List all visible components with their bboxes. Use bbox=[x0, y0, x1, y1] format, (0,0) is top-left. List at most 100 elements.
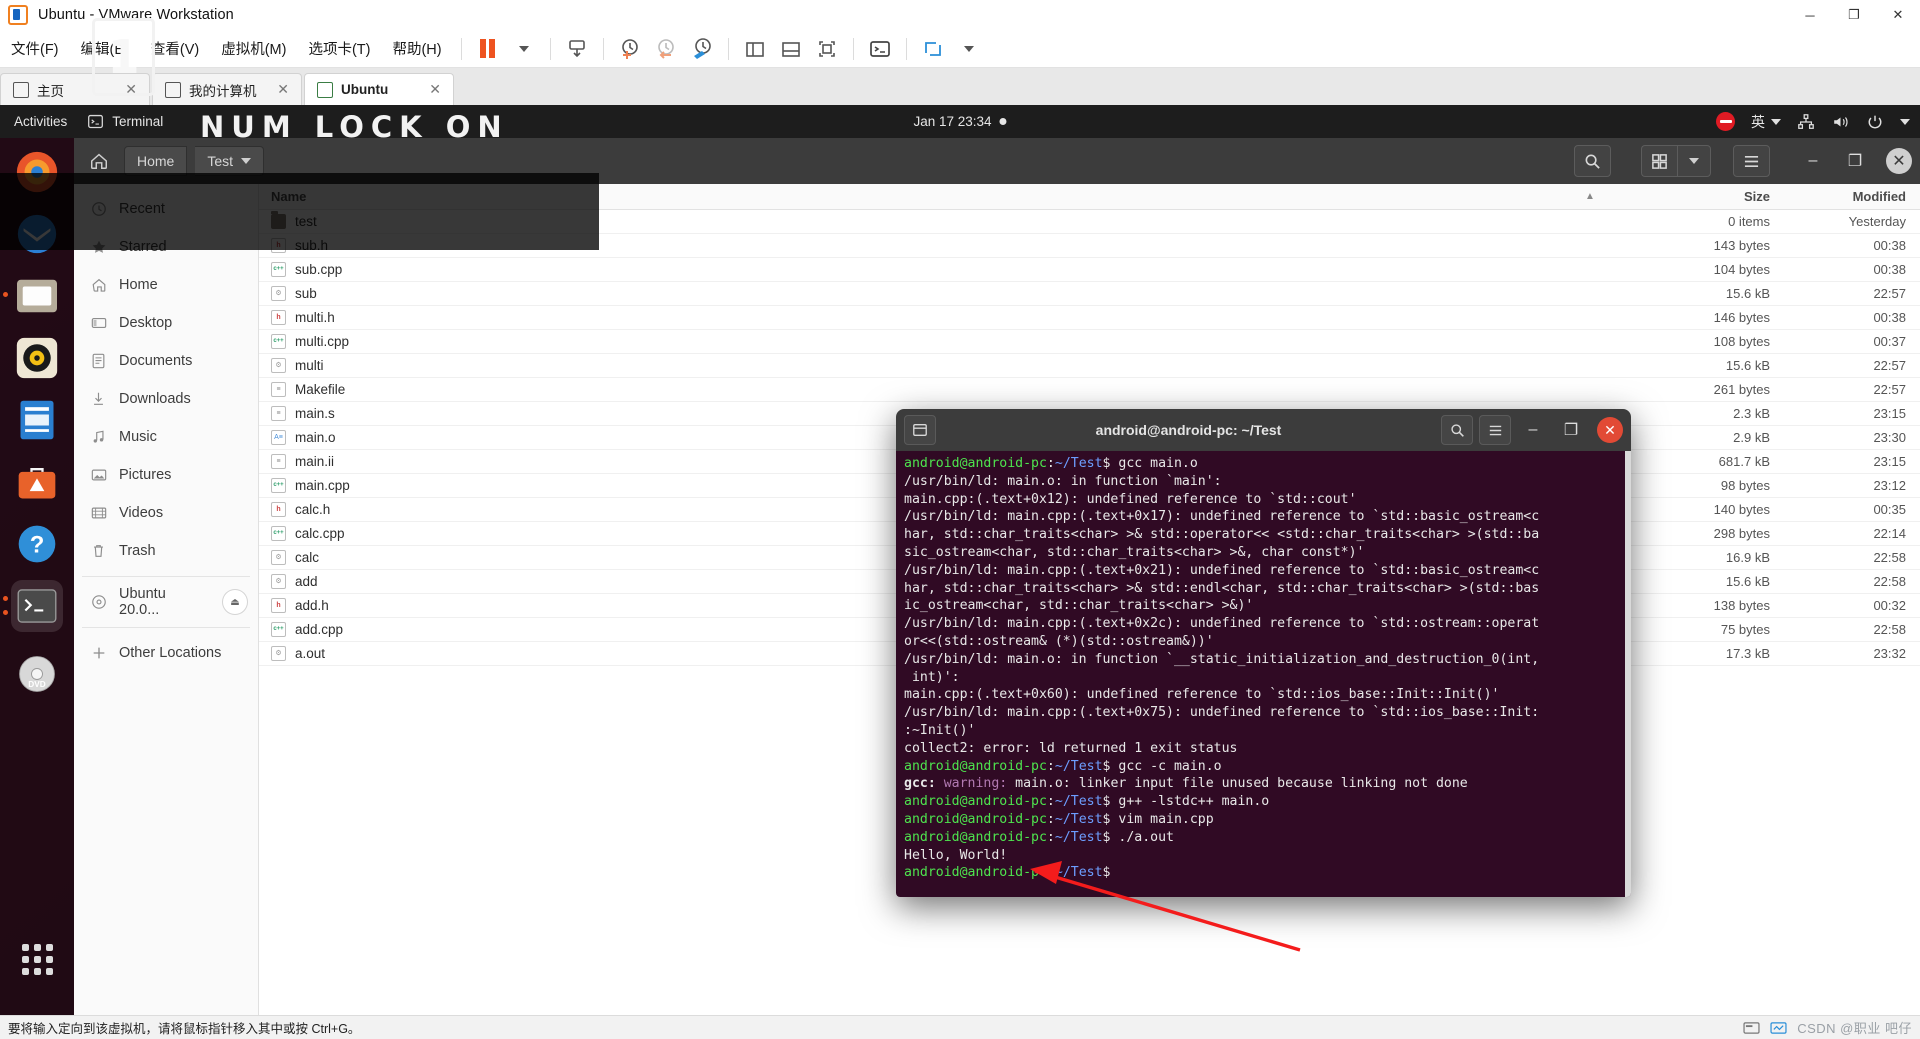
breadcrumb-test[interactable]: Test bbox=[195, 146, 265, 176]
dock-item-ubuntu-software[interactable] bbox=[11, 456, 63, 508]
sidebar-item-ubuntu-disc[interactable]: Ubuntu 20.0... ⏏ bbox=[74, 583, 258, 621]
view-options-caret-icon[interactable] bbox=[1677, 145, 1711, 177]
removable-device-icon[interactable] bbox=[1743, 1021, 1760, 1035]
chevron-down-icon[interactable] bbox=[1900, 118, 1910, 125]
show-bottom-pane-icon[interactable] bbox=[773, 34, 809, 64]
unity-caret-icon[interactable] bbox=[951, 34, 987, 64]
dropdown-caret-icon[interactable] bbox=[506, 34, 542, 64]
snapshot-revert-icon[interactable] bbox=[648, 34, 684, 64]
file-name-cell: c++ multi.cpp bbox=[259, 334, 1560, 349]
terminal-text: android@android-pc:~/Test$ gcc main.o /u… bbox=[904, 456, 1540, 881]
column-header-modified[interactable]: Modified bbox=[1770, 189, 1920, 204]
new-tab-icon[interactable] bbox=[904, 415, 936, 445]
menu-file[interactable]: 文件(F) bbox=[0, 38, 70, 59]
disc-icon bbox=[90, 594, 107, 611]
volume-icon[interactable] bbox=[1831, 113, 1850, 131]
sidebar-item-downloads[interactable]: Downloads bbox=[74, 380, 258, 418]
dock-item-libreoffice-writer[interactable] bbox=[11, 394, 63, 446]
toolbar-divider bbox=[852, 37, 854, 60]
eject-icon[interactable]: ⏏ bbox=[222, 589, 248, 615]
show-left-pane-icon[interactable] bbox=[737, 34, 773, 64]
maximize-button[interactable]: ❐ bbox=[1832, 0, 1876, 30]
menu-help[interactable]: 帮助(H) bbox=[381, 38, 452, 59]
sidebar-item-trash[interactable]: Trash bbox=[74, 532, 258, 570]
search-icon[interactable] bbox=[1574, 145, 1611, 177]
guest-desktop: Activities Terminal Jan 17 23:34 英 ? DVD… bbox=[0, 105, 1920, 1015]
close-button[interactable]: ✕ bbox=[1597, 417, 1623, 443]
tab-close-icon[interactable]: ✕ bbox=[267, 81, 289, 98]
search-icon[interactable] bbox=[1441, 415, 1473, 445]
activities-button[interactable]: Activities bbox=[0, 114, 81, 129]
hamburger-menu-icon[interactable] bbox=[1479, 415, 1511, 445]
unity-mode-icon[interactable] bbox=[915, 34, 951, 64]
ime-indicator[interactable]: 英 bbox=[1751, 112, 1781, 132]
table-row[interactable]: ⚙ multi 15.6 kB 22:57 bbox=[259, 354, 1920, 378]
home-icon[interactable] bbox=[82, 146, 116, 176]
menu-vm[interactable]: 虚拟机(M) bbox=[210, 38, 297, 59]
file-name-cell: ⚙ multi bbox=[259, 358, 1560, 373]
numlock-message: NUM LOCK ON bbox=[200, 110, 509, 144]
show-applications-icon[interactable] bbox=[11, 933, 63, 985]
sidebar-item-home[interactable]: Home bbox=[74, 266, 258, 304]
network-device-icon[interactable] bbox=[1770, 1021, 1787, 1035]
snapshot-manager-icon[interactable] bbox=[684, 34, 720, 64]
tab-ubuntu[interactable]: Ubuntu ✕ bbox=[304, 73, 454, 105]
snapshot-take-icon[interactable] bbox=[612, 34, 648, 64]
file-size-cell: 2.9 kB bbox=[1733, 430, 1770, 445]
terminal-window: android@android-pc: ~/Test – ❐ ✕ android… bbox=[896, 409, 1631, 897]
grid-view-icon[interactable] bbox=[1641, 145, 1677, 177]
tab-my-computer[interactable]: 我的计算机 ✕ bbox=[152, 73, 302, 105]
fullscreen-icon[interactable] bbox=[809, 34, 845, 64]
sidebar-item-documents[interactable]: Documents bbox=[74, 342, 258, 380]
maximize-button[interactable]: ❐ bbox=[1555, 415, 1587, 445]
terminal-scrollbar[interactable] bbox=[1625, 451, 1631, 897]
dock-item-help[interactable]: ? bbox=[11, 518, 63, 570]
sidebar-item-other-locations[interactable]: Other Locations bbox=[74, 634, 258, 672]
dock-item-files[interactable] bbox=[3, 270, 63, 322]
screen-recording-icon[interactable] bbox=[1716, 112, 1735, 131]
panel-clock[interactable]: Jan 17 23:34 bbox=[913, 114, 1007, 129]
dock-item-rhythmbox[interactable] bbox=[11, 332, 63, 384]
sidebar-item-music[interactable]: Music bbox=[74, 418, 258, 456]
sidebar-item-videos[interactable]: Videos bbox=[74, 494, 258, 532]
sort-ascending-icon[interactable]: ▲ bbox=[1560, 191, 1620, 202]
console-view-icon[interactable] bbox=[862, 34, 898, 64]
tab-close-icon[interactable]: ✕ bbox=[419, 81, 441, 98]
sidebar-item-desktop[interactable]: Desktop bbox=[74, 304, 258, 342]
network-icon[interactable] bbox=[1797, 113, 1815, 131]
file-modified-cell: 22:57 bbox=[1873, 358, 1906, 373]
minimize-button[interactable]: – bbox=[1796, 146, 1830, 176]
sidebar-item-label: Desktop bbox=[119, 315, 173, 331]
dock-item-dvd-drive[interactable]: DVD bbox=[11, 648, 63, 700]
hamburger-menu-icon[interactable] bbox=[1733, 145, 1770, 177]
tab-label: Ubuntu bbox=[341, 82, 389, 97]
terminal-output-area[interactable]: android@android-pc:~/Test$ gcc main.o /u… bbox=[896, 451, 1631, 897]
txt-file-icon: ≡ bbox=[271, 454, 286, 469]
restore-button[interactable]: ❐ bbox=[1838, 146, 1872, 176]
table-row[interactable]: c++ sub.cpp 104 bytes 00:38 bbox=[259, 258, 1920, 282]
sidebar-item-pictures[interactable]: Pictures bbox=[74, 456, 258, 494]
sidebar-item-label: Documents bbox=[119, 353, 193, 369]
minimize-button[interactable]: – bbox=[1517, 415, 1549, 445]
close-button[interactable]: ✕ bbox=[1886, 148, 1912, 174]
table-row[interactable]: h multi.h 146 bytes 00:38 bbox=[259, 306, 1920, 330]
file-modified-cell: 23:32 bbox=[1873, 646, 1906, 661]
table-row[interactable]: ≡ Makefile 261 bytes 22:57 bbox=[259, 378, 1920, 402]
send-ctrl-alt-del-icon[interactable] bbox=[559, 34, 595, 64]
file-modified-cell: 00:38 bbox=[1873, 310, 1906, 325]
file-modified-cell: 00:38 bbox=[1873, 262, 1906, 277]
pause-icon[interactable] bbox=[470, 34, 506, 64]
table-row[interactable]: ⚙ sub 15.6 kB 22:57 bbox=[259, 282, 1920, 306]
active-app-name[interactable]: Terminal bbox=[112, 114, 163, 129]
menu-tabs[interactable]: 选项卡(T) bbox=[297, 38, 381, 59]
file-name-cell: ≡ Makefile bbox=[259, 382, 1560, 397]
minimize-button[interactable]: ─ bbox=[1788, 0, 1832, 30]
table-row[interactable]: c++ multi.cpp 108 bytes 00:37 bbox=[259, 330, 1920, 354]
numlock-key-indicator: 1 bbox=[92, 18, 155, 96]
dock-item-terminal[interactable] bbox=[3, 580, 63, 632]
power-icon[interactable] bbox=[1866, 113, 1884, 131]
breadcrumb-home[interactable]: Home bbox=[124, 146, 188, 176]
close-button[interactable]: ✕ bbox=[1876, 0, 1920, 30]
file-name-cell: ⚙ sub bbox=[259, 286, 1560, 301]
column-header-size[interactable]: Size bbox=[1620, 189, 1770, 204]
